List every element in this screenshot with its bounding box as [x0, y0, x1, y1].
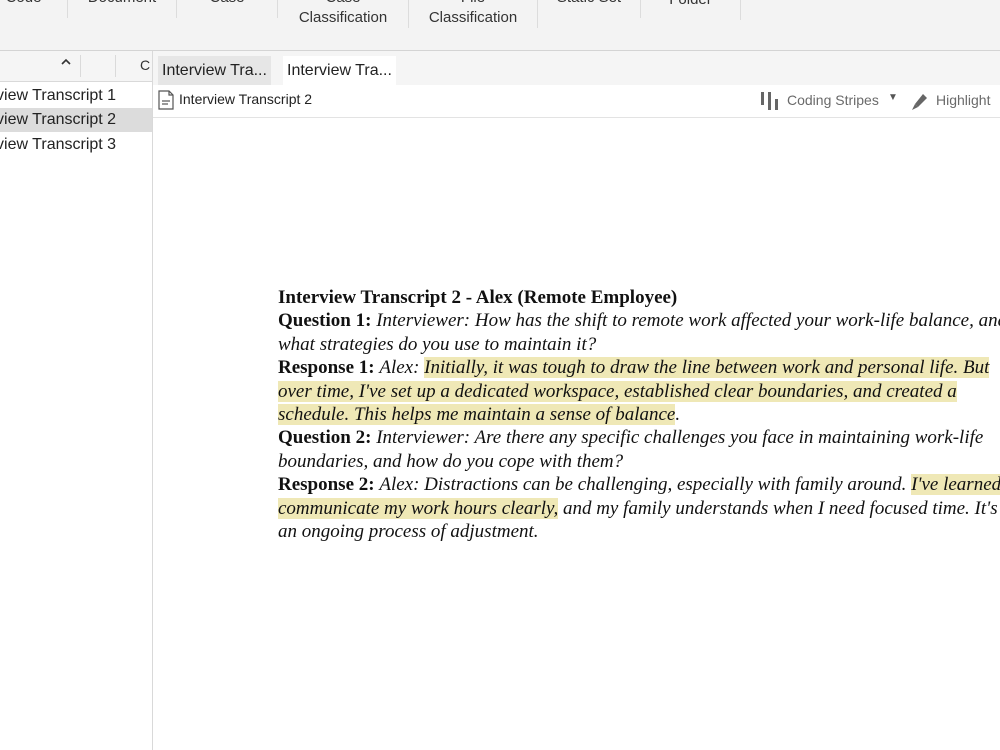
list-item-transcript-2[interactable]: Interview Transcript 2: [0, 108, 152, 132]
list-item-transcript-1[interactable]: Interview Transcript 1: [0, 84, 152, 108]
chevron-up-icon[interactable]: [60, 56, 72, 71]
response-text: Alex: Distractions can be challenging, e…: [379, 474, 912, 496]
document-tabs: Interview Tra... Interview Tra...: [153, 51, 1000, 85]
transcript-line: an ongoing process of adjustment.: [278, 520, 1000, 543]
question-label: Question 1:: [278, 310, 372, 332]
ribbon-label: Code: [0, 0, 67, 8]
question-text: boundaries, and how do you cope with the…: [278, 450, 624, 472]
list-item-label: Interview Transcript 2: [0, 111, 117, 128]
response-speaker: Alex:: [379, 357, 425, 379]
ribbon-label: Case: [177, 0, 277, 8]
transcript-line: what strategies do you use to maintain i…: [278, 333, 1000, 356]
transcript-line: schedule. This helps me maintain a sense…: [278, 403, 1000, 426]
ribbon-label: File: [409, 0, 537, 8]
question-label: Question 2:: [278, 427, 372, 449]
response-text: .: [675, 404, 681, 426]
transcript-line: Question 1: Interviewer: How has the shi…: [278, 309, 1000, 332]
column-divider[interactable]: [80, 55, 81, 77]
column-divider[interactable]: [115, 55, 116, 77]
document-list-panel: C Interview Transcript 1 Interview Trans…: [0, 51, 153, 750]
coded-highlight[interactable]: I've learned to: [911, 474, 1000, 496]
column-header[interactable]: C: [140, 57, 150, 73]
highlight-pen-icon[interactable]: [909, 90, 931, 117]
transcript-title: Interview Transcript 2 - Alex (Remote Em…: [278, 287, 678, 308]
transcript-line: boundaries, and how do you cope with the…: [278, 450, 1000, 473]
transcript-line: Interview Transcript 2 - Alex (Remote Em…: [278, 286, 1000, 309]
coded-highlight[interactable]: over time, I've set up a dedicated works…: [278, 380, 957, 402]
ribbon-static-set-button[interactable]: Static Set: [538, 0, 641, 18]
ribbon-label: Classification: [298, 9, 388, 26]
ribbon-folder-button[interactable]: Folder: [641, 0, 741, 20]
document-title: Interview Transcript 2: [179, 91, 313, 107]
coded-highlight[interactable]: schedule. This helps me maintain a sense…: [278, 404, 676, 426]
ribbon-label: Case: [278, 0, 408, 8]
list-item-label: Interview Transcript 1: [0, 87, 117, 104]
highlight-button[interactable]: Highlight: [936, 92, 990, 108]
transcript-content[interactable]: Interview Transcript 2 - Alex (Remote Em…: [278, 286, 1000, 556]
question-text: Interviewer: How has the shift to remote…: [376, 310, 1000, 332]
ribbon-label: Static Set: [538, 0, 640, 8]
ribbon-file-classification-button[interactable]: File Classification: [409, 0, 538, 28]
list-item-label: Interview Transcript 3: [0, 136, 117, 153]
ribbon-label: Classification: [428, 9, 518, 26]
tab-transcript-2[interactable]: Interview Tra...: [283, 56, 396, 85]
document-toolbar: Interview Transcript 2 Coding Stripes ▼ …: [153, 85, 1000, 118]
ribbon-label: Folder: [641, 0, 740, 10]
ribbon-label: Document: [68, 0, 176, 8]
response-text: and my family understands when I need fo…: [558, 497, 998, 519]
list-header: C: [0, 51, 152, 82]
document-icon: [158, 90, 174, 115]
transcript-line: Response 1: Alex: Initially, it was toug…: [278, 356, 1000, 379]
response-text: an ongoing process of adjustment.: [278, 521, 539, 543]
question-text: what strategies do you use to maintain i…: [278, 333, 597, 355]
list-item-transcript-3[interactable]: Interview Transcript 3: [0, 133, 152, 157]
transcript-line: over time, I've set up a dedicated works…: [278, 380, 1000, 403]
question-text: Interviewer: Are there any specific chal…: [376, 427, 984, 449]
coding-stripes-button[interactable]: Coding Stripes: [787, 92, 879, 108]
ribbon-case-classification-button[interactable]: Case Classification: [278, 0, 409, 28]
ribbon-code-button[interactable]: Code: [0, 0, 68, 18]
response-label: Response 1:: [278, 357, 375, 379]
chevron-down-icon[interactable]: ▼: [888, 92, 898, 103]
coded-highlight[interactable]: communicate my work hours clearly,: [278, 497, 559, 519]
tab-transcript-1[interactable]: Interview Tra...: [158, 56, 271, 85]
coding-stripes-icon[interactable]: [759, 90, 781, 117]
transcript-line: Question 2: Interviewer: Are there any s…: [278, 426, 1000, 449]
transcript-line: Response 2: Alex: Distractions can be ch…: [278, 473, 1000, 496]
response-label: Response 2:: [278, 474, 375, 496]
coded-highlight[interactable]: Initially, it was tough to draw the line…: [424, 357, 990, 379]
transcript-line: communicate my work hours clearly, and m…: [278, 497, 1000, 520]
ribbon-case-button[interactable]: Case: [177, 0, 278, 18]
ribbon-toolbar: Code Document Case Case Classification F…: [0, 0, 1000, 51]
ribbon-document-button[interactable]: Document: [68, 0, 177, 18]
